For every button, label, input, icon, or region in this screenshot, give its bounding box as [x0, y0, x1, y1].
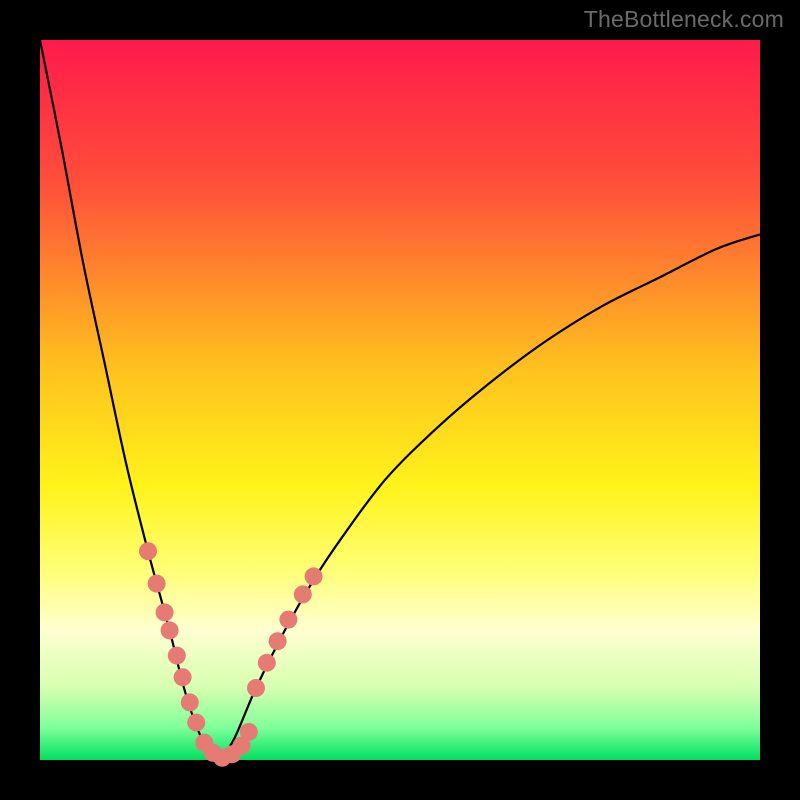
marker-dot [181, 693, 199, 711]
marker-dot [139, 542, 157, 560]
marker-dot [258, 654, 276, 672]
marker-dot [161, 621, 179, 639]
marker-dot [148, 575, 166, 593]
marker-dot [187, 714, 205, 732]
marker-dot [294, 585, 312, 603]
chart-svg [0, 0, 800, 800]
marker-dot [168, 647, 186, 665]
marker-dot [247, 679, 265, 697]
marker-dot [305, 567, 323, 585]
marker-dot [279, 611, 297, 629]
outer-frame: TheBottleneck.com [0, 0, 800, 800]
marker-dot [156, 603, 174, 621]
plot-background [40, 40, 760, 760]
marker-dot [240, 723, 258, 741]
marker-dot [269, 632, 287, 650]
watermark-text: TheBottleneck.com [584, 6, 784, 33]
marker-dot [174, 668, 192, 686]
